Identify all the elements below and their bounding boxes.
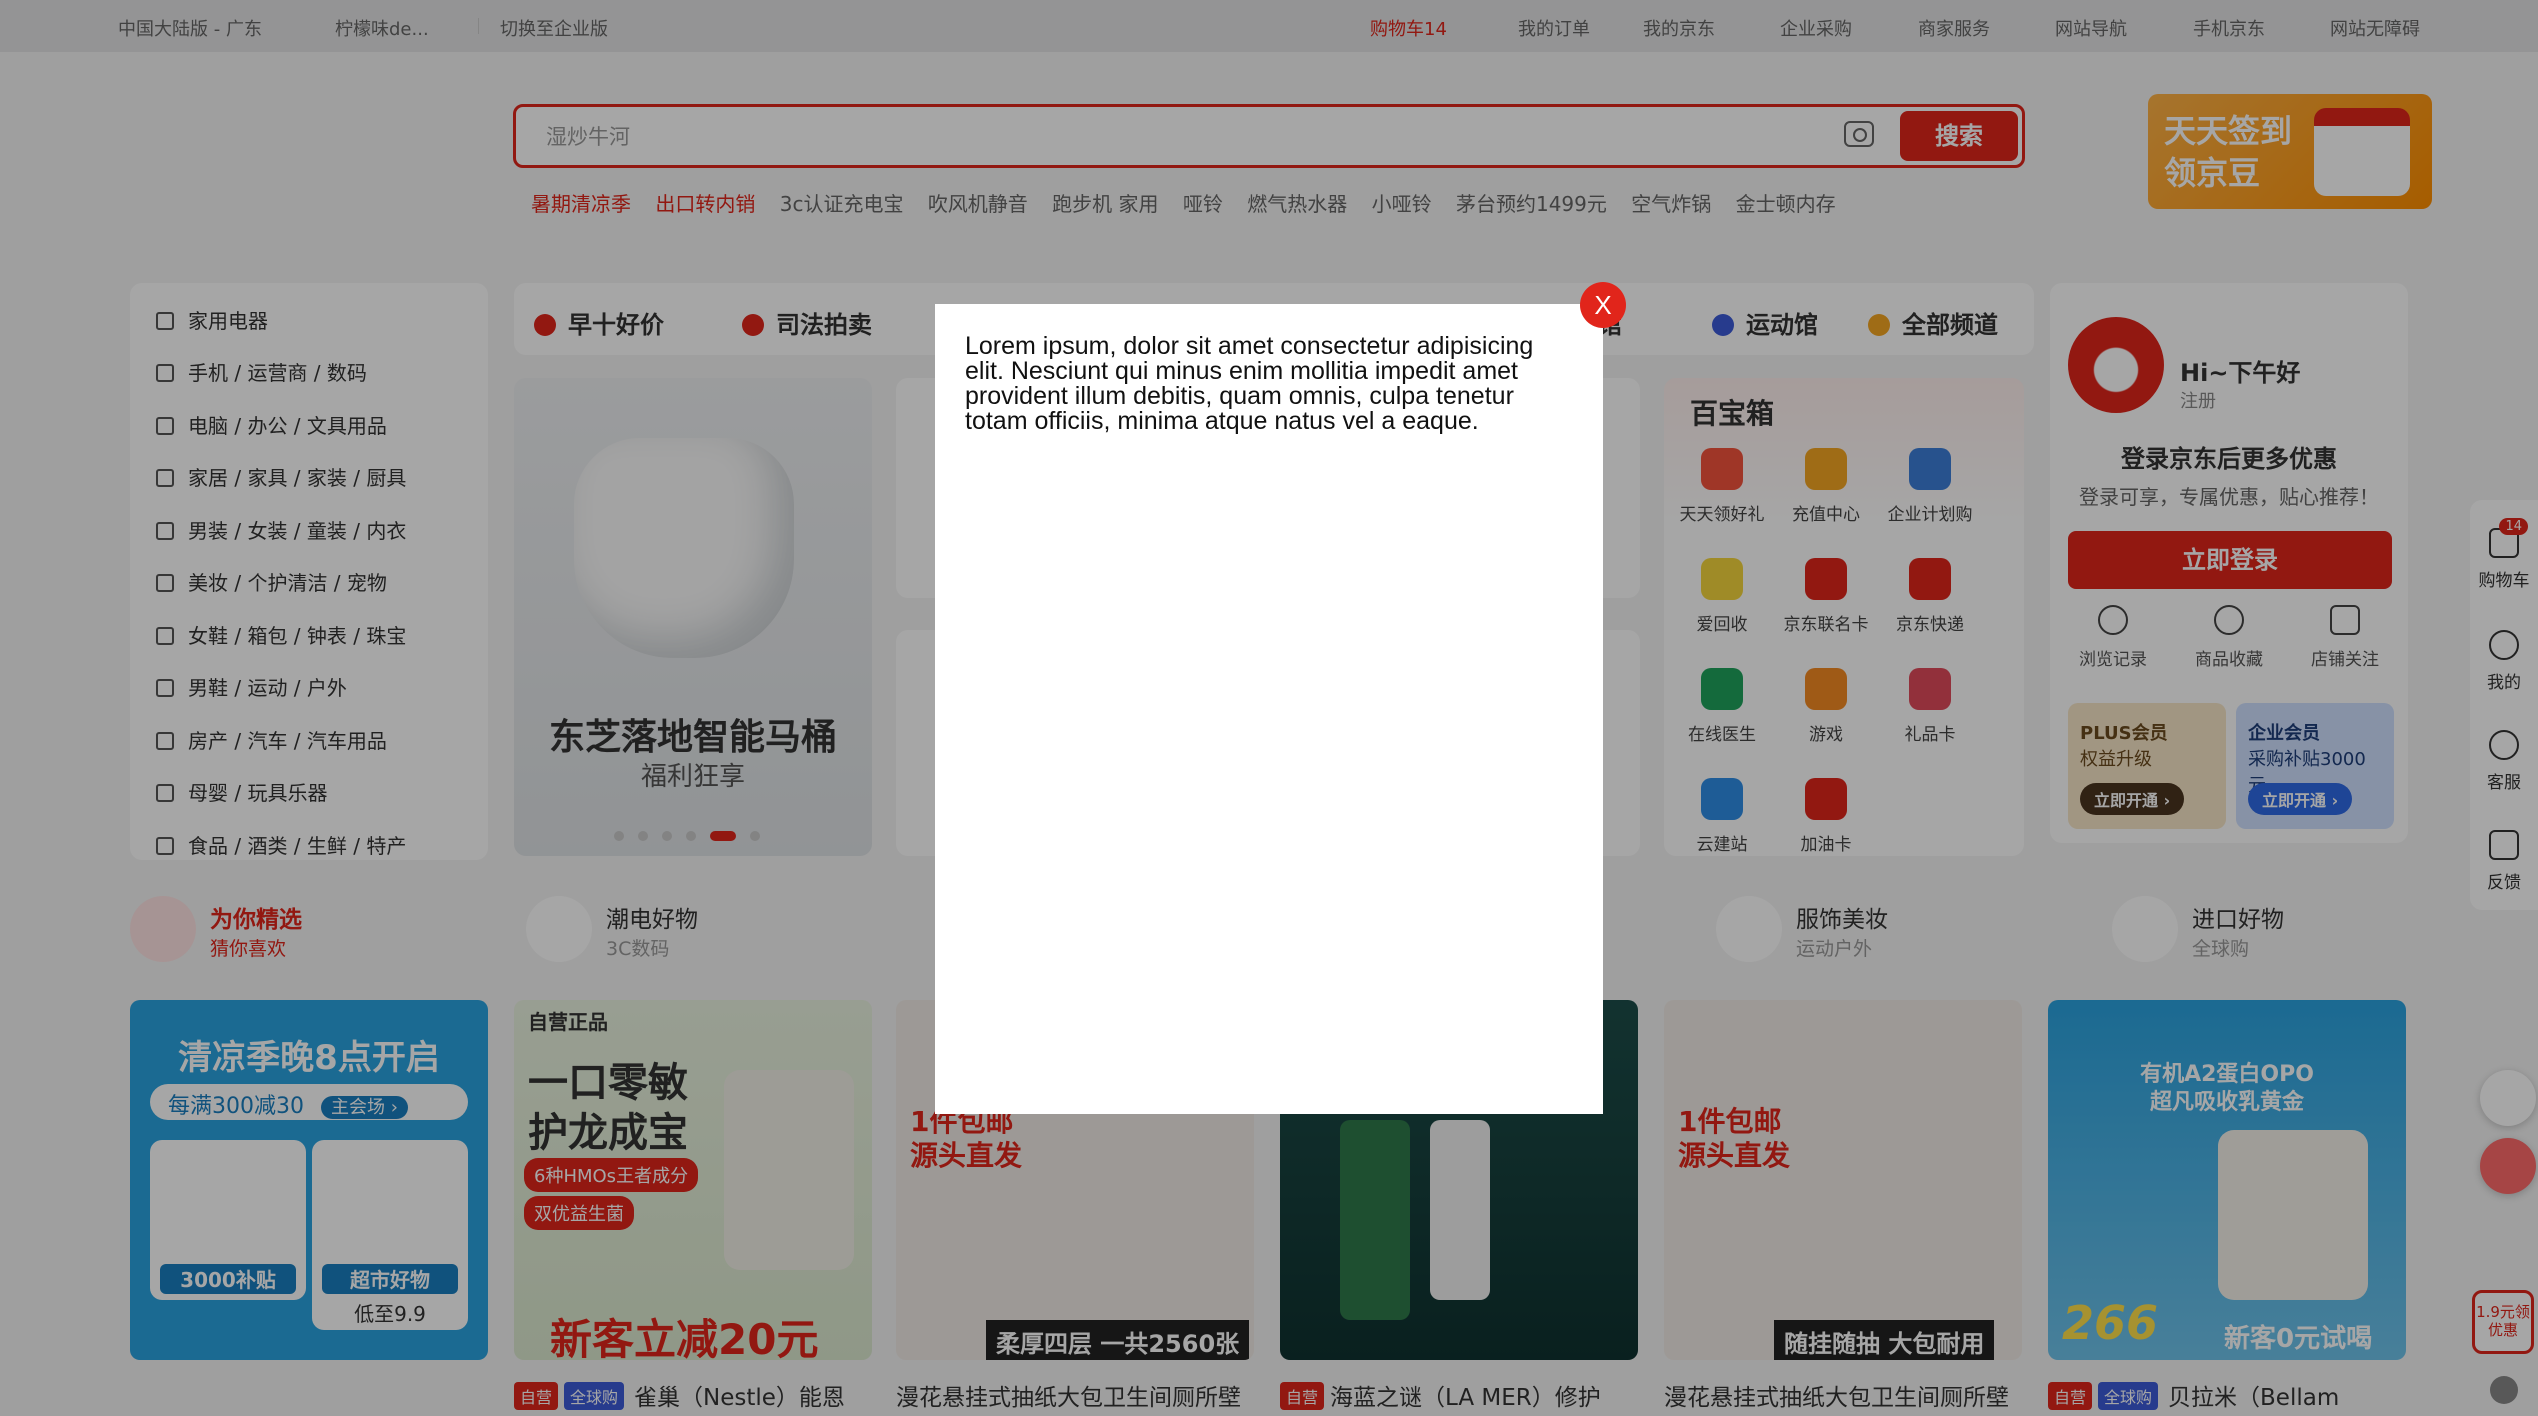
modal-text: Lorem ipsum, dolor sit amet consectetur …: [965, 332, 1534, 435]
modal-dialog: Lorem ipsum, dolor sit amet consectetur …: [935, 304, 1603, 1114]
modal-close-button[interactable]: X: [1580, 282, 1626, 328]
